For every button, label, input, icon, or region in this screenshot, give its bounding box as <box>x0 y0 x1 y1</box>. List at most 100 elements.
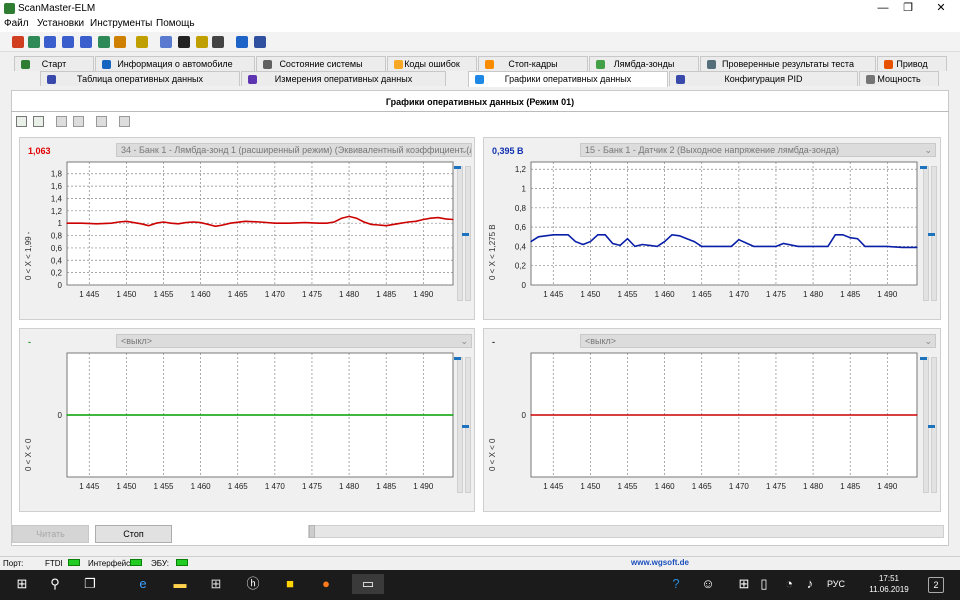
range-value-marker[interactable] <box>928 425 935 428</box>
data-point <box>341 217 343 219</box>
tab-drive[interactable]: Привод <box>877 56 947 71</box>
x-tick-label: 1 460 <box>655 482 676 491</box>
stop-button[interactable]: Стоп <box>95 525 172 543</box>
table-icon[interactable] <box>44 36 56 48</box>
add-graph-icon[interactable] <box>16 116 27 127</box>
data-point <box>827 245 829 248</box>
message-icon[interactable] <box>160 36 172 48</box>
data-point <box>834 234 836 236</box>
tab-warning[interactable]: Коды ошибок <box>387 56 477 71</box>
data-point <box>701 245 703 248</box>
menu-file[interactable]: Файл <box>4 18 29 29</box>
people-icon[interactable]: ☺ <box>698 574 718 594</box>
disc-icon[interactable] <box>212 36 224 48</box>
windows-icon[interactable]: ⊞ <box>734 574 754 594</box>
store-icon[interactable]: ⊞ <box>206 574 226 594</box>
hp-icon[interactable]: ⓗ <box>243 574 263 594</box>
menu-tools[interactable]: Инструменты <box>90 18 152 29</box>
tab-start[interactable]: Старт <box>14 56 94 71</box>
chart-icon[interactable] <box>80 36 92 48</box>
folder-icon[interactable]: ▬ <box>170 574 190 594</box>
data-point <box>767 245 770 248</box>
traffic-icon[interactable] <box>114 36 126 48</box>
y-tick-label: 0,8 <box>515 204 527 213</box>
x-tick-label: 1 450 <box>116 482 137 491</box>
x-tick-label: 1 470 <box>265 290 286 299</box>
y-tick-label: 1,2 <box>515 165 527 174</box>
menu-help[interactable]: Помощь <box>156 18 195 29</box>
print-preview-icon[interactable] <box>119 116 130 127</box>
close-button[interactable]: ✕ <box>926 0 956 17</box>
tab-info[interactable]: Информация о автомобиле <box>95 56 255 71</box>
book-icon[interactable] <box>254 36 266 48</box>
app-icon <box>4 3 15 14</box>
data-point <box>686 238 688 240</box>
edge-icon[interactable]: e <box>133 574 153 594</box>
battery-icon[interactable]: ▯ <box>754 574 774 594</box>
grid-icon[interactable] <box>98 36 110 48</box>
tab-graph[interactable]: Графики оперативных данных <box>468 71 668 87</box>
wrench-icon[interactable] <box>12 36 24 48</box>
start-icon[interactable]: ⊞ <box>12 574 32 594</box>
firefox-icon[interactable]: ● <box>316 574 336 594</box>
range-max-marker[interactable] <box>920 357 927 360</box>
clock[interactable]: 17:51 11.06.2019 <box>868 573 910 595</box>
x-tick-label: 1 470 <box>729 482 750 491</box>
website-link[interactable]: www.wgsoft.de <box>600 558 720 567</box>
chart-svg: 0 1 445 1 450 1 455 1 460 1 465 1 470 1 475 1 48… <box>58 352 454 491</box>
menu-settings[interactable]: Установки <box>37 18 84 29</box>
data-point <box>582 243 584 246</box>
data-point <box>162 221 165 223</box>
save-icon[interactable] <box>73 116 84 127</box>
range-max-marker[interactable] <box>920 166 927 169</box>
range-max-marker[interactable] <box>454 166 461 169</box>
table2-icon[interactable] <box>62 36 74 48</box>
network-icon[interactable]: ◔ <box>779 574 799 594</box>
data-point <box>170 222 172 224</box>
volume-icon[interactable]: ♪ <box>800 574 820 594</box>
read-button[interactable]: Читать <box>12 525 89 543</box>
tab-monitor[interactable]: Состояние системы <box>256 56 386 71</box>
add-graph2-icon[interactable] <box>33 116 44 127</box>
toolbar <box>0 32 960 52</box>
info-icon[interactable] <box>236 36 248 48</box>
tab-table[interactable]: Таблица оперативных данных <box>40 71 240 86</box>
x-tick-label: 1 445 <box>543 482 564 491</box>
x-tick-label: 1 450 <box>580 290 601 299</box>
range-value-marker[interactable] <box>462 233 469 236</box>
tab-gear[interactable]: Проверенные результаты теста <box>700 56 876 71</box>
maximize-button[interactable]: ❐ <box>893 0 923 17</box>
range-value-marker[interactable] <box>462 425 469 428</box>
scanmaster-task-icon[interactable]: ▭ <box>352 574 384 594</box>
tab-camera[interactable]: Стоп-кадры <box>478 56 588 71</box>
help-icon[interactable]: ? <box>666 574 686 594</box>
terminal-icon[interactable] <box>178 36 190 48</box>
tab-car[interactable]: Мощность <box>859 71 939 86</box>
scroll-thumb[interactable] <box>309 525 315 538</box>
clipboard-icon[interactable] <box>136 36 148 48</box>
task-view-icon[interactable]: ❐ <box>80 574 100 594</box>
data-point <box>110 222 113 224</box>
range-max-marker[interactable] <box>454 357 461 360</box>
notification-icon[interactable]: 2 <box>928 577 944 593</box>
tab-sensor[interactable]: Лямбда-зонды <box>589 56 699 71</box>
open-icon[interactable] <box>56 116 67 127</box>
notes-icon[interactable]: ■ <box>280 574 300 594</box>
tab-config[interactable]: Конфигурация PID <box>669 71 858 86</box>
search-icon[interactable]: ⚲ <box>45 574 65 594</box>
language-indicator[interactable]: РУС <box>826 574 846 594</box>
data-point <box>634 245 636 248</box>
data-point <box>678 235 681 237</box>
x-tick-label: 1 475 <box>302 290 323 299</box>
tab-label: Конфигурация PID <box>724 74 803 84</box>
globe-icon[interactable] <box>28 36 40 48</box>
battery-icon[interactable] <box>196 36 208 48</box>
range-value-marker[interactable] <box>928 233 935 236</box>
y-tick-label: 1,8 <box>51 170 63 179</box>
tab-gauge[interactable]: Измерения оперативных данных <box>241 71 446 86</box>
x-tick-label: 1 480 <box>339 290 360 299</box>
timeline-scrollbar[interactable] <box>308 525 944 538</box>
data-point <box>626 238 629 240</box>
data-point <box>393 223 395 226</box>
print-icon[interactable] <box>96 116 107 127</box>
